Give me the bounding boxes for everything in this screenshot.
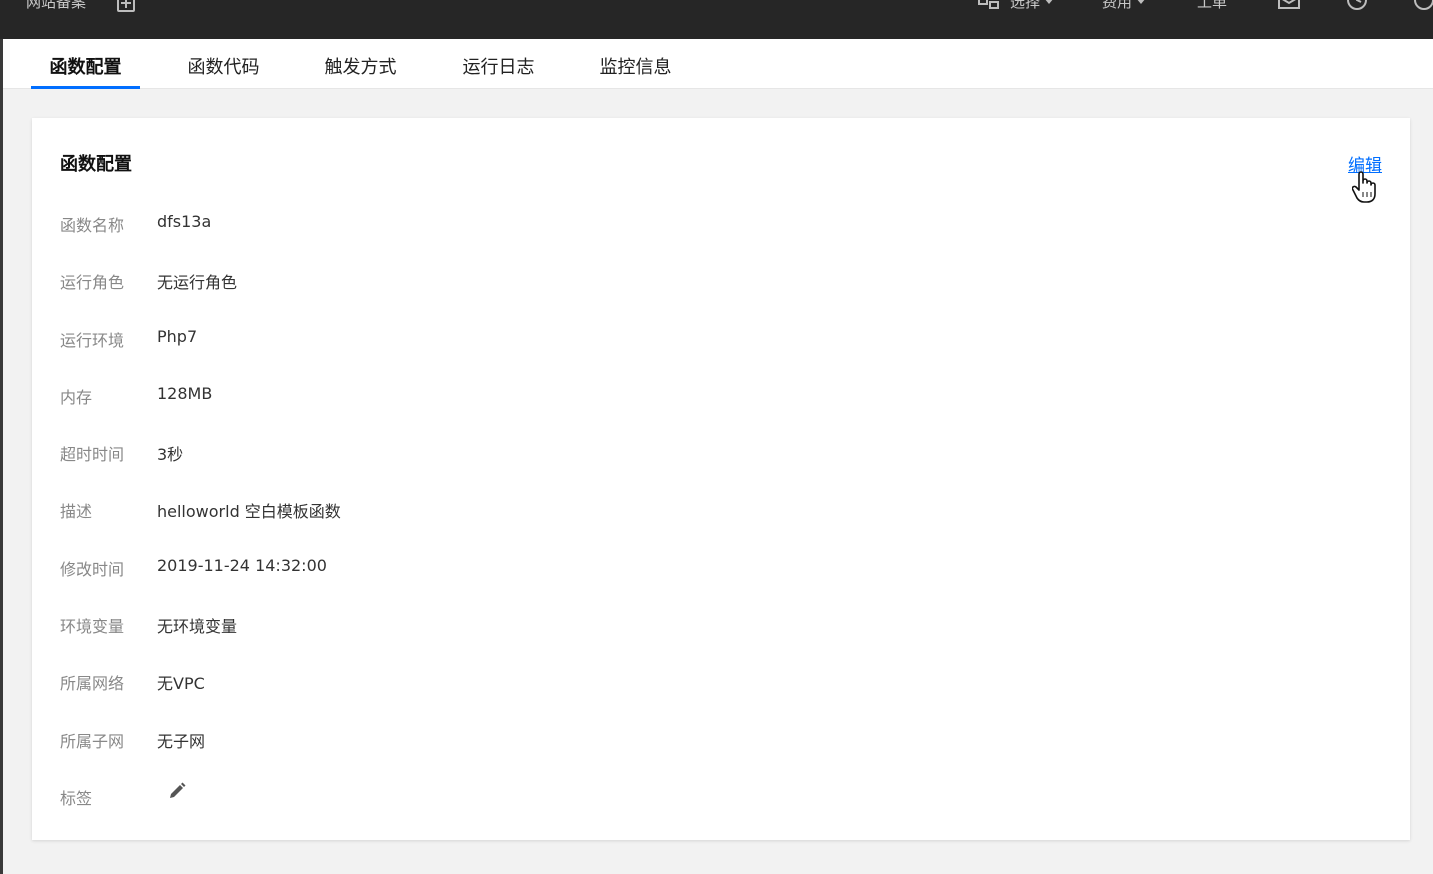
field-value: dfs13a: [157, 212, 212, 231]
tab-label: 触发方式: [324, 57, 397, 78]
hand-cursor-icon: [1352, 171, 1376, 203]
field-label: 运行环境: [60, 330, 125, 350]
field-label: 运行角色: [60, 273, 125, 293]
tab-label: 函数配置: [49, 57, 122, 78]
page: 网站备案 选择 费用 工单 函数配置 函数代码 触发方式 运行日志 监控信息 函…: [0, 0, 1433, 874]
field-label: 标签: [60, 788, 93, 808]
plus-box-icon[interactable]: [117, 0, 135, 12]
field-label: 描述: [60, 502, 93, 522]
tab-run-log[interactable]: 运行日志: [458, 39, 539, 88]
field-label: 所属网络: [60, 674, 125, 694]
field-label: 环境变量: [60, 617, 125, 637]
field-label: 所属子网: [60, 731, 125, 751]
field-label: 内存: [60, 387, 93, 407]
topbar-item-ticket[interactable]: 工单: [1197, 0, 1227, 12]
field-value: Php7: [157, 326, 198, 346]
field-label: 修改时间: [60, 559, 125, 579]
tab-label: 监控信息: [599, 57, 672, 78]
field-value: 2019-11-24 14:32:00: [157, 555, 327, 575]
topbar-item-select[interactable]: 选择: [1010, 0, 1055, 12]
tab-bar: 函数配置 函数代码 触发方式 运行日志 监控信息: [3, 39, 1433, 89]
field-label: 函数名称: [60, 216, 125, 235]
field-value: helloworld 空白模板函数: [157, 502, 341, 522]
top-navigation-bar: 网站备案 选择 费用 工单: [0, 0, 1433, 39]
card-title: 函数配置: [60, 154, 132, 175]
tab-function-code[interactable]: 函数代码: [183, 39, 264, 88]
tab-trigger[interactable]: 触发方式: [320, 39, 401, 88]
beian-link[interactable]: 网站备案: [26, 0, 86, 12]
chevron-down-icon: [1136, 0, 1147, 4]
org-icon[interactable]: [978, 0, 1000, 12]
field-value: 128MB: [157, 383, 213, 403]
tab-function-config[interactable]: 函数配置: [31, 39, 140, 89]
topbar-item-billing[interactable]: 费用: [1102, 0, 1147, 12]
clock-icon[interactable]: [1345, 0, 1369, 12]
chevron-down-icon: [1044, 0, 1055, 4]
mail-icon[interactable]: [1277, 0, 1301, 12]
field-label: 超时时间: [60, 445, 125, 465]
tab-label: 函数代码: [187, 57, 260, 78]
field-value: 无运行角色: [157, 273, 238, 293]
field-value: 无VPC: [157, 674, 205, 694]
field-value: 3秒: [157, 445, 184, 465]
field-value: 无环境变量: [157, 617, 238, 637]
tab-monitoring[interactable]: 监控信息: [595, 39, 676, 88]
topbar-item-billing-label: 费用: [1102, 0, 1133, 11]
topbar-item-ticket-label: 工单: [1197, 0, 1228, 11]
help-icon[interactable]: [1412, 0, 1433, 12]
function-config-card: 函数配置 编辑 函数名称 dfs13a 运行角色 无运行角色 运行环境 Php7…: [32, 118, 1410, 840]
topbar-item-select-label: 选择: [1010, 0, 1041, 11]
tab-label: 运行日志: [462, 57, 535, 78]
pencil-icon[interactable]: [167, 781, 187, 801]
left-edge-strip: [0, 39, 3, 874]
field-value: 无子网: [157, 731, 206, 751]
